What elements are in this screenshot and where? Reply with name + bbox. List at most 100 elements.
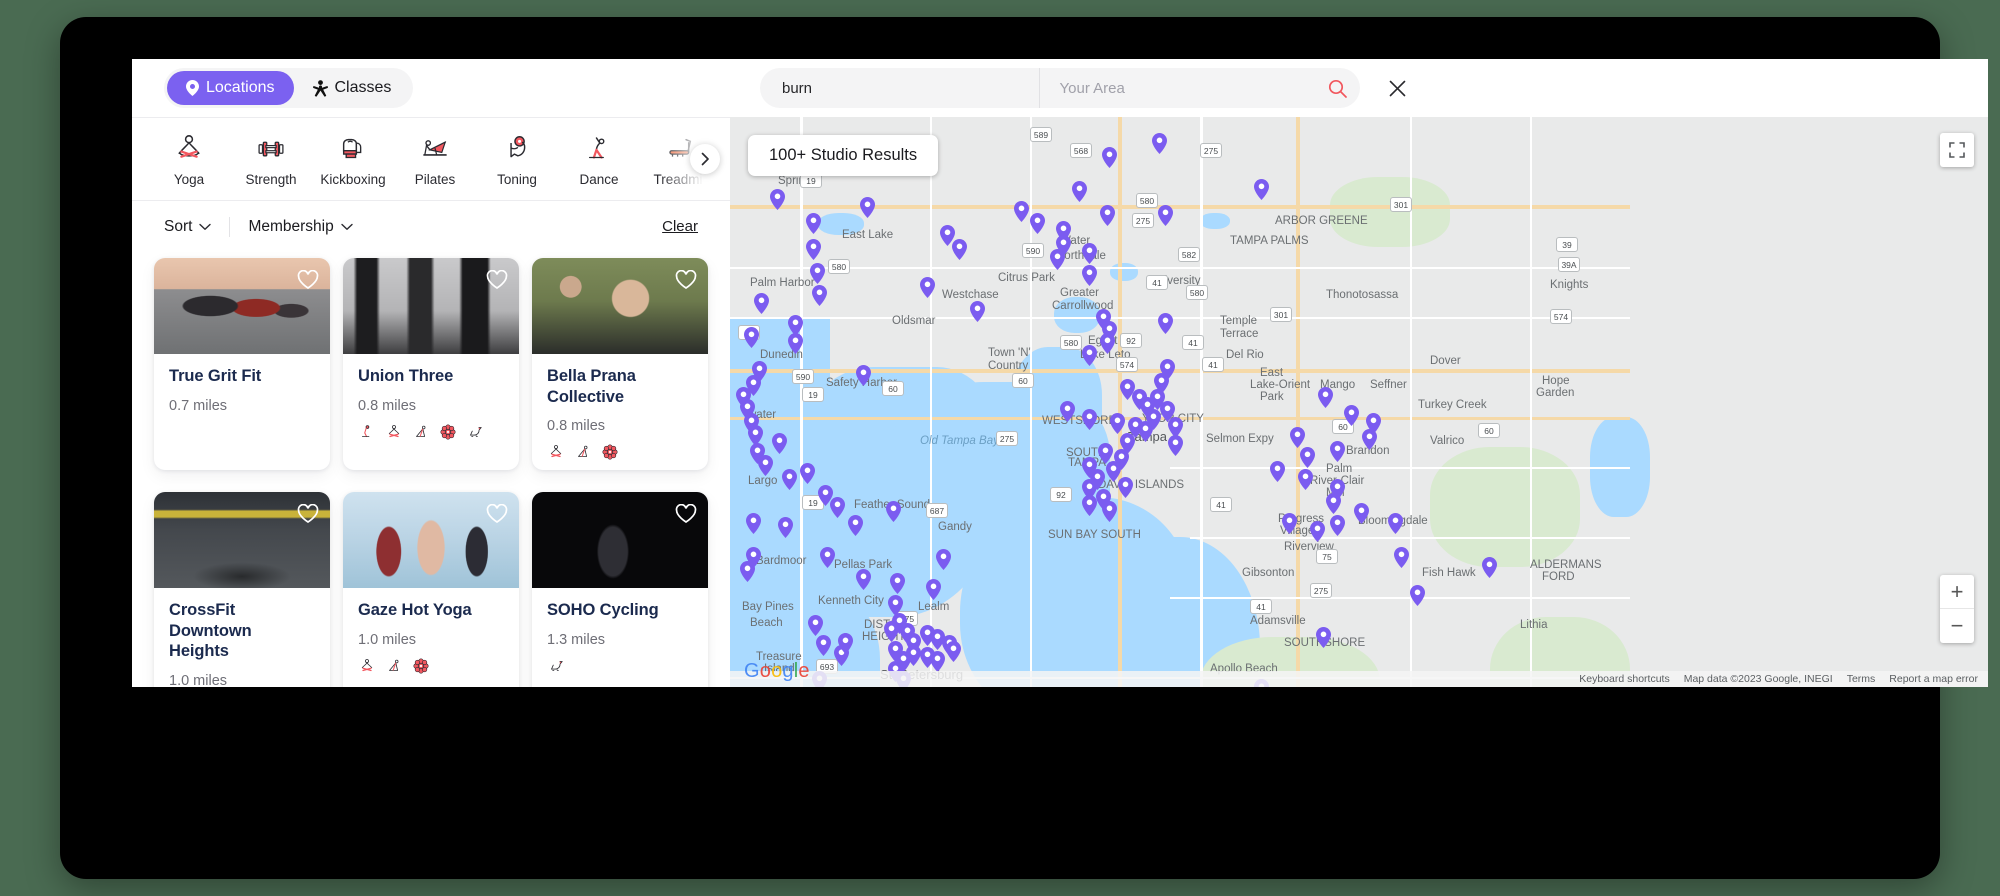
map-studio-pin[interactable] [1050,249,1065,270]
membership-dropdown[interactable]: Membership [248,218,353,236]
map-studio-pin[interactable] [952,239,967,260]
map-studio-pin[interactable] [772,433,787,454]
map-studio-pin[interactable] [1102,147,1117,168]
map-studio-pin[interactable] [1014,201,1029,222]
map-studio-pin[interactable] [808,615,823,636]
map-studio-pin[interactable] [754,293,769,314]
map-studio-pin[interactable] [906,645,921,666]
map-studio-pin[interactable] [936,549,951,570]
map-studio-pin[interactable] [1082,495,1097,516]
map-studio-pin[interactable] [856,365,871,386]
google-map[interactable]: 100+ Studio Results + − Google Keyboard … [730,117,1988,687]
map-studio-pin[interactable] [1082,409,1097,430]
map-studio-pin[interactable] [1316,627,1331,648]
category-toning[interactable]: Toning [476,132,558,187]
map-studio-pin[interactable] [1082,345,1097,366]
map-studio-pin[interactable] [1270,461,1285,482]
map-studio-pin[interactable] [1394,547,1409,568]
map-studio-pin[interactable] [820,547,835,568]
studio-card[interactable]: True Grit Fit 0.7 miles [154,258,330,470]
map-studio-pin[interactable] [1326,493,1341,514]
map-studio-pin[interactable] [886,501,901,522]
map-studio-pin[interactable] [920,277,935,298]
map-studio-pin[interactable] [1330,441,1345,462]
map-studio-pin[interactable] [1102,501,1117,522]
map-studio-pin[interactable] [1082,243,1097,264]
map-studio-pin[interactable] [816,635,831,656]
map-studio-pin[interactable] [1118,477,1133,498]
heart-outline-icon[interactable] [673,267,699,293]
map-studio-pin[interactable] [806,213,821,234]
map-studio-pin[interactable] [930,651,945,672]
map-studio-pin[interactable] [812,285,827,306]
category-kickboxing[interactable]: Kickboxing [312,132,394,187]
studio-card[interactable]: Union Three 0.8 miles [343,258,519,470]
map-studio-pin[interactable] [856,569,871,590]
map-studio-pin[interactable] [890,573,905,594]
map-studio-pin[interactable] [800,463,815,484]
map-studio-pin[interactable] [1254,179,1269,200]
heart-outline-icon[interactable] [295,267,321,293]
sort-dropdown[interactable]: Sort [164,218,212,236]
map-studio-pin[interactable] [884,621,899,642]
map-studio-pin[interactable] [1138,421,1153,442]
zoom-in-button[interactable]: + [1940,575,1974,609]
category-dance[interactable]: Dance [558,132,640,187]
map-studio-pin[interactable] [838,633,853,654]
map-studio-pin[interactable] [1362,429,1377,450]
terms-link[interactable]: Terms [1847,673,1876,685]
map-zoom-controls[interactable]: + − [1940,575,1974,643]
fullscreen-icon[interactable] [1940,133,1974,167]
heart-outline-icon[interactable] [295,501,321,527]
studio-card[interactable]: CrossFit Downtown Heights 1.0 miles [154,492,330,687]
map-studio-pin[interactable] [1110,413,1125,434]
map-studio-pin[interactable] [758,455,773,476]
map-studio-pin[interactable] [970,301,985,322]
map-studio-pin[interactable] [1282,513,1297,534]
map-studio-pin[interactable] [1168,435,1183,456]
heart-outline-icon[interactable] [484,267,510,293]
map-studio-pin[interactable] [1482,557,1497,578]
map-studio-pin[interactable] [848,515,863,536]
keyboard-shortcuts-link[interactable]: Keyboard shortcuts [1579,673,1669,685]
studio-card[interactable]: Bella Prana Collective 0.8 miles [532,258,708,470]
map-studio-pin[interactable] [806,239,821,260]
map-studio-pin[interactable] [1388,513,1403,534]
category-pilates[interactable]: Pilates [394,132,476,187]
category-strength[interactable]: Strength [230,132,312,187]
map-studio-pin[interactable] [778,517,793,538]
map-studio-pin[interactable] [1298,469,1313,490]
map-studio-pin[interactable] [1072,181,1087,202]
map-studio-pin[interactable] [1318,387,1333,408]
map-studio-pin[interactable] [1060,401,1075,422]
map-panel[interactable]: 100+ Studio Results + − Google Keyboard … [730,117,1988,687]
report-error-link[interactable]: Report a map error [1889,673,1978,685]
map-studio-pin[interactable] [788,333,803,354]
map-studio-pin[interactable] [1300,447,1315,468]
studio-card[interactable]: SOHO Cycling 1.3 miles [532,492,708,687]
map-studio-pin[interactable] [740,561,755,582]
map-studio-pin[interactable] [1354,503,1369,524]
chevron-right-icon[interactable] [690,144,720,174]
studio-card[interactable]: Gaze Hot Yoga 1.0 miles [343,492,519,687]
map-studio-pin[interactable] [860,197,875,218]
map-studio-pin[interactable] [1410,585,1425,606]
map-studio-pin[interactable] [1158,205,1173,226]
close-icon[interactable] [1382,73,1412,103]
heart-outline-icon[interactable] [484,501,510,527]
map-studio-pin[interactable] [770,189,785,210]
map-studio-pin[interactable] [946,641,961,662]
map-studio-pin[interactable] [1290,427,1305,448]
search-input[interactable]: burn [760,68,1039,108]
map-studio-pin[interactable] [1152,133,1167,154]
map-studio-pin[interactable] [1344,405,1359,426]
clear-filters-button[interactable]: Clear [662,218,698,235]
map-studio-pin[interactable] [810,263,825,284]
zoom-out-button[interactable]: − [1940,609,1974,643]
heart-outline-icon[interactable] [673,501,699,527]
map-studio-pin[interactable] [744,327,759,348]
map-studio-pin[interactable] [1330,515,1345,536]
map-studio-pin[interactable] [830,497,845,518]
map-studio-pin[interactable] [1100,333,1115,354]
map-studio-pin[interactable] [1158,313,1173,334]
